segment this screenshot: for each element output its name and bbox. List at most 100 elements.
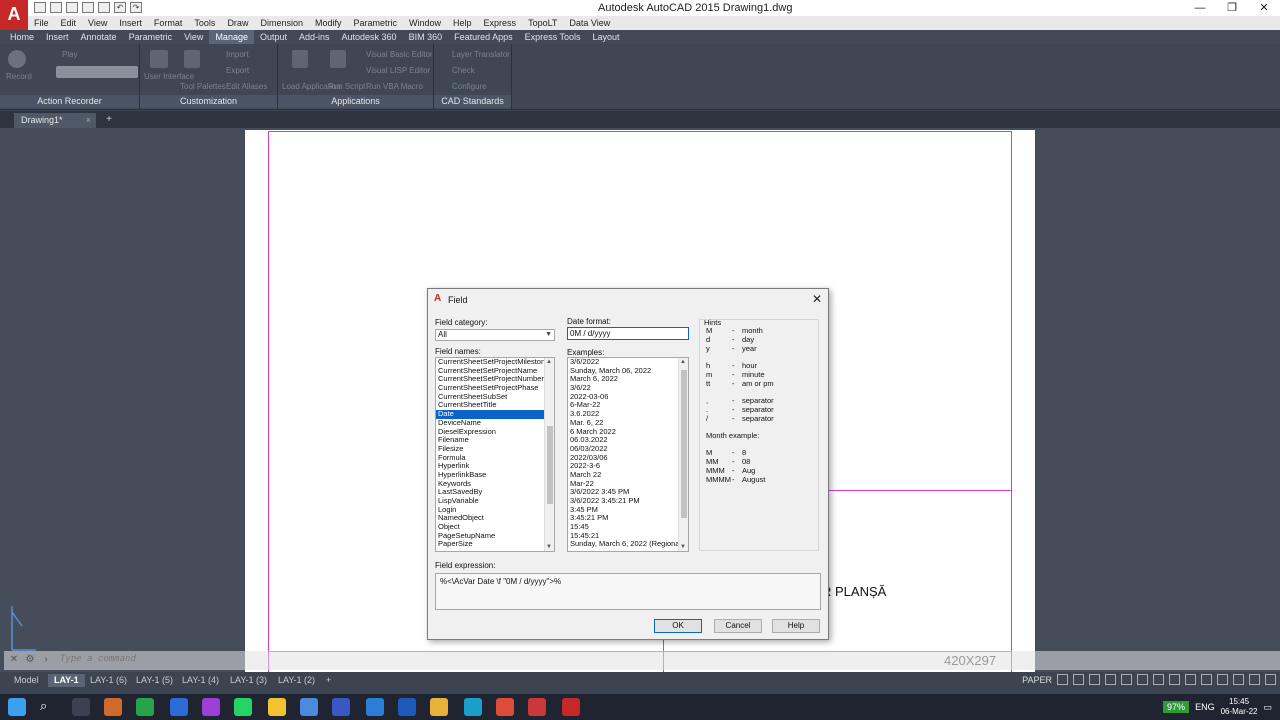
fullscreen-icon[interactable] <box>1249 674 1260 685</box>
field-names-list[interactable]: CurrentSheetSetProjectMilestone CurrentSh… <box>435 357 555 552</box>
scroll-up-icon[interactable]: ▲ <box>546 359 552 365</box>
edge-icon[interactable] <box>464 698 482 716</box>
tab-manage[interactable]: Manage <box>209 30 254 44</box>
tab-home[interactable]: Home <box>4 30 40 44</box>
tab-lay-1-5[interactable]: LAY-1 (5) <box>130 674 179 687</box>
open-icon[interactable] <box>50 2 62 13</box>
autocad-logo-icon[interactable]: A <box>0 0 28 30</box>
file-tab-drawing1[interactable]: Drawing1* × <box>14 113 96 128</box>
close-command-icon[interactable]: ✕ <box>8 654 20 666</box>
menu-express[interactable]: Express <box>478 16 523 30</box>
scroll-up-icon[interactable]: ▲ <box>680 359 686 365</box>
menu-tools[interactable]: Tools <box>188 16 221 30</box>
save-as-icon[interactable] <box>82 2 94 13</box>
annotation-icon[interactable] <box>1185 674 1196 685</box>
tab-lay-1-4[interactable]: LAY-1 (4) <box>176 674 225 687</box>
examples-scrollbar[interactable]: ▲ ▼ <box>678 358 688 551</box>
tab-output[interactable]: Output <box>254 30 293 44</box>
file-explorer-icon[interactable] <box>430 698 448 716</box>
field-names-scrollbar[interactable]: ▲ ▼ <box>544 358 554 551</box>
command-input[interactable]: Type a command <box>60 654 136 664</box>
play-label[interactable]: Play <box>62 50 78 59</box>
notifications-icon[interactable]: ▭ <box>1263 702 1272 713</box>
minimize-button[interactable]: — <box>1184 0 1216 16</box>
command-prompt-icon[interactable]: › <box>40 654 52 666</box>
customize-icon[interactable] <box>1265 674 1276 685</box>
date-format-input[interactable]: 0M / d/yyyy <box>567 327 689 340</box>
run-vba-macro-label[interactable]: Run VBA Macro <box>366 82 423 91</box>
start-icon[interactable] <box>8 698 26 716</box>
undo-icon[interactable]: ↶ <box>114 2 126 13</box>
new-icon[interactable] <box>34 2 46 13</box>
menu-dimension[interactable]: Dimension <box>254 16 309 30</box>
app-icon-1[interactable] <box>104 698 122 716</box>
tab-layout[interactable]: Layout <box>587 30 626 44</box>
menu-modify[interactable]: Modify <box>309 16 348 30</box>
menu-help[interactable]: Help <box>447 16 478 30</box>
mail-icon[interactable] <box>366 698 384 716</box>
menu-format[interactable]: Format <box>148 16 189 30</box>
load-application-icon[interactable] <box>292 50 308 68</box>
settings-icon[interactable]: ⚙ <box>24 654 36 666</box>
close-window-button[interactable]: ✕ <box>1248 0 1280 16</box>
panel-title-action-recorder[interactable]: Action Recorder <box>0 95 139 108</box>
tab-bim-360[interactable]: BIM 360 <box>403 30 449 44</box>
tab-parametric[interactable]: Parametric <box>123 30 179 44</box>
tab-annotate[interactable]: Annotate <box>75 30 123 44</box>
recorder-icon[interactable] <box>528 698 546 716</box>
scroll-thumb[interactable] <box>681 370 687 518</box>
app-icon-4[interactable] <box>268 698 286 716</box>
field-name-item[interactable]: PaperSize <box>436 540 554 549</box>
tab-featured-apps[interactable]: Featured Apps <box>448 30 519 44</box>
export-label[interactable]: Export <box>226 66 249 75</box>
scroll-thumb[interactable] <box>547 426 553 504</box>
new-tab-button[interactable]: + <box>102 114 116 126</box>
field-category-select[interactable]: All ▼ <box>435 329 555 341</box>
search-icon[interactable]: ⌕ <box>40 698 58 716</box>
tab-view[interactable]: View <box>178 30 209 44</box>
tab-lay-1[interactable]: LAY-1 <box>48 674 85 687</box>
tab-add-ins[interactable]: Add-ins <box>293 30 336 44</box>
tab-model[interactable]: Model <box>8 674 45 687</box>
paper-space-toggle[interactable]: PAPER <box>1022 674 1052 687</box>
redo-icon[interactable]: ↷ <box>130 2 142 13</box>
selection-cycling-icon[interactable] <box>1169 674 1180 685</box>
cancel-button[interactable]: Cancel <box>714 619 762 633</box>
menu-file[interactable]: File <box>28 16 55 30</box>
tool-palettes-icon[interactable] <box>184 50 200 68</box>
language-indicator[interactable]: ENG <box>1195 702 1215 712</box>
scroll-down-icon[interactable]: ▼ <box>546 544 552 550</box>
tab-lay-1-6[interactable]: LAY-1 (6) <box>84 674 133 687</box>
close-tab-icon[interactable]: × <box>86 113 91 128</box>
field-expression-box[interactable]: %<\AcVar Date \f "0M / d/yyyy">% <box>435 573 821 610</box>
menu-window[interactable]: Window <box>403 16 447 30</box>
tab-express-tools[interactable]: Express Tools <box>519 30 587 44</box>
lineweight-icon[interactable] <box>1137 674 1148 685</box>
task-view-icon[interactable] <box>72 698 90 716</box>
whatsapp-icon[interactable] <box>234 698 252 716</box>
polar-icon[interactable] <box>1105 674 1116 685</box>
menu-data-view[interactable]: Data View <box>563 16 616 30</box>
macro-dropdown[interactable] <box>56 66 138 78</box>
record-icon[interactable] <box>8 50 26 68</box>
ortho-icon[interactable] <box>1089 674 1100 685</box>
messenger-icon[interactable] <box>202 698 220 716</box>
isolate-icon[interactable] <box>1217 674 1228 685</box>
snap-icon[interactable] <box>1073 674 1084 685</box>
check-label[interactable]: Check <box>452 66 475 75</box>
hardware-acceleration-icon[interactable] <box>1233 674 1244 685</box>
restore-button[interactable]: ❐ <box>1216 0 1248 16</box>
configure-label[interactable]: Configure <box>452 82 487 91</box>
panel-title-applications[interactable]: Applications <box>278 95 433 108</box>
store-icon[interactable] <box>300 698 318 716</box>
plot-icon[interactable] <box>98 2 110 13</box>
tab-insert[interactable]: Insert <box>40 30 75 44</box>
import-label[interactable]: Import <box>226 50 249 59</box>
menu-insert[interactable]: Insert <box>113 16 148 30</box>
menu-view[interactable]: View <box>82 16 113 30</box>
menu-edit[interactable]: Edit <box>55 16 83 30</box>
examples-list[interactable]: 3/6/2022 Sunday, March 06, 2022 March 6, 2… <box>567 357 689 552</box>
example-item[interactable]: Sunday, March 6, 2022 (Regional <box>568 540 688 549</box>
menu-topolt[interactable]: TopoLT <box>522 16 563 30</box>
visual-lisp-editor-label[interactable]: Visual LISP Editor <box>366 66 430 75</box>
